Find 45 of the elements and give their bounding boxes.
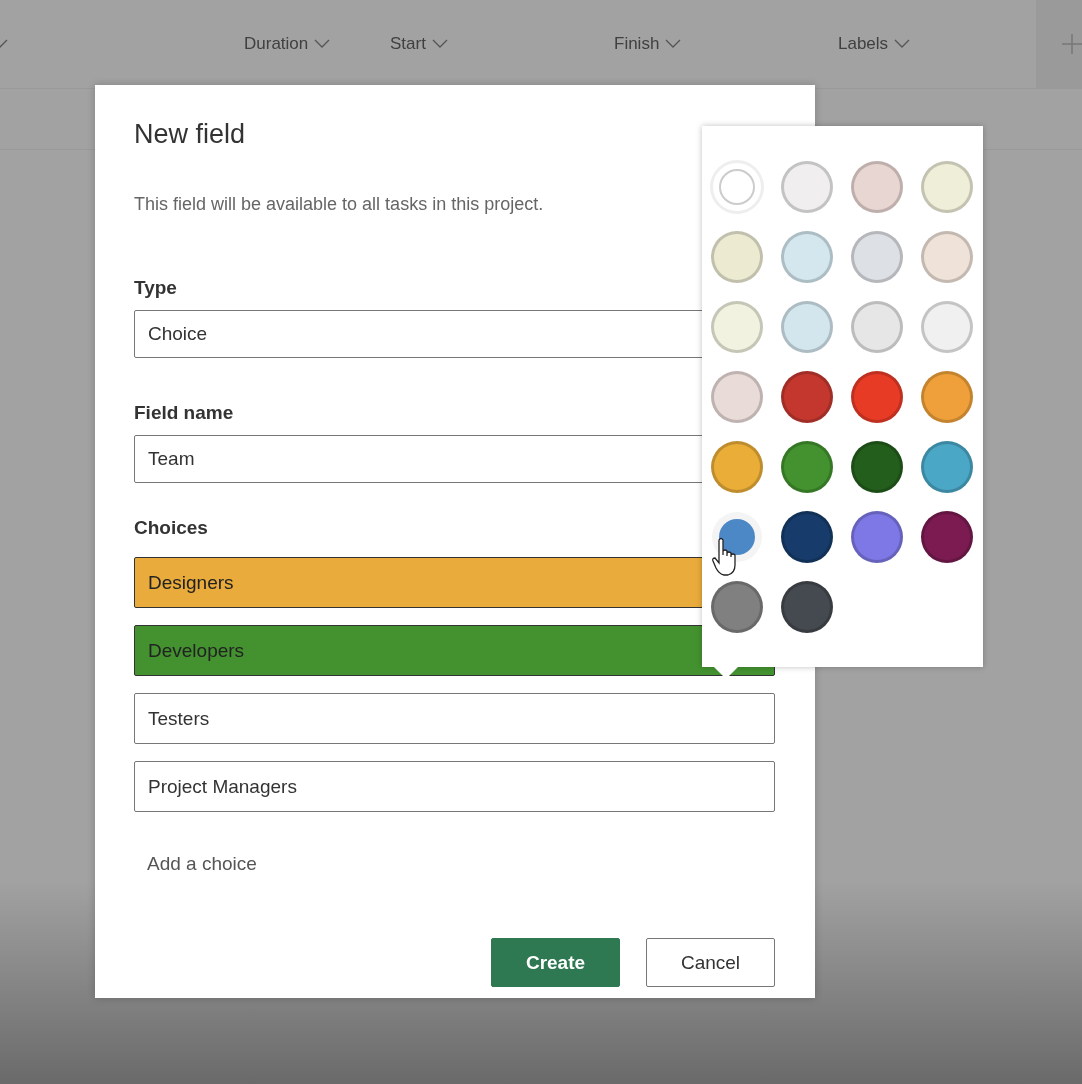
column-header[interactable]: Duration bbox=[244, 34, 390, 54]
choice-input[interactable]: Project Managers bbox=[134, 761, 775, 812]
color-swatch[interactable] bbox=[851, 441, 903, 493]
color-swatch[interactable] bbox=[781, 301, 833, 353]
color-swatch[interactable] bbox=[711, 581, 763, 633]
chevron-down-icon bbox=[665, 39, 682, 49]
choice-input[interactable]: Testers bbox=[134, 693, 775, 744]
color-swatch[interactable] bbox=[921, 511, 973, 563]
field-label: Field name bbox=[134, 402, 234, 424]
color-swatch[interactable] bbox=[921, 371, 973, 423]
color-swatch[interactable] bbox=[851, 231, 903, 283]
color-swatch[interactable] bbox=[851, 371, 903, 423]
hand-cursor-icon bbox=[712, 537, 738, 577]
chevron-down-icon bbox=[431, 39, 448, 49]
color-swatch[interactable] bbox=[921, 231, 973, 283]
dialog-description: This field will be available to all tasks in this project. bbox=[134, 194, 544, 215]
color-swatch[interactable] bbox=[921, 441, 973, 493]
color-swatch[interactable] bbox=[711, 231, 763, 283]
color-swatch[interactable] bbox=[781, 161, 833, 213]
plus-icon bbox=[1062, 34, 1082, 54]
color-swatch[interactable] bbox=[711, 301, 763, 353]
color-swatch[interactable] bbox=[781, 371, 833, 423]
column-header[interactable]: Labels bbox=[838, 34, 1035, 54]
color-swatch[interactable] bbox=[711, 371, 763, 423]
color-swatch[interactable] bbox=[851, 301, 903, 353]
color-swatch[interactable] bbox=[921, 161, 973, 213]
create-button[interactable]: Create bbox=[491, 938, 620, 987]
choice-input[interactable]: Developers bbox=[134, 625, 775, 676]
color-swatch[interactable] bbox=[711, 441, 763, 493]
dialog-title: New field bbox=[134, 119, 246, 150]
field-label: Choices bbox=[134, 517, 208, 539]
chevron-down-icon bbox=[894, 39, 911, 49]
color-swatch[interactable] bbox=[921, 301, 973, 353]
field-label: Type bbox=[134, 277, 177, 299]
color-swatch[interactable] bbox=[781, 511, 833, 563]
color-swatch[interactable] bbox=[851, 511, 903, 563]
color-swatch[interactable] bbox=[781, 581, 833, 633]
color-swatch[interactable] bbox=[781, 231, 833, 283]
add-choice-link[interactable]: Add a choice bbox=[147, 853, 257, 875]
color-swatch[interactable] bbox=[851, 161, 903, 213]
chevron-down-icon bbox=[314, 39, 331, 49]
cancel-button[interactable]: Cancel bbox=[646, 938, 775, 987]
column-header[interactable]: Finish bbox=[614, 34, 838, 54]
color-swatch[interactable] bbox=[781, 441, 833, 493]
column-header[interactable]: Start bbox=[390, 34, 614, 54]
